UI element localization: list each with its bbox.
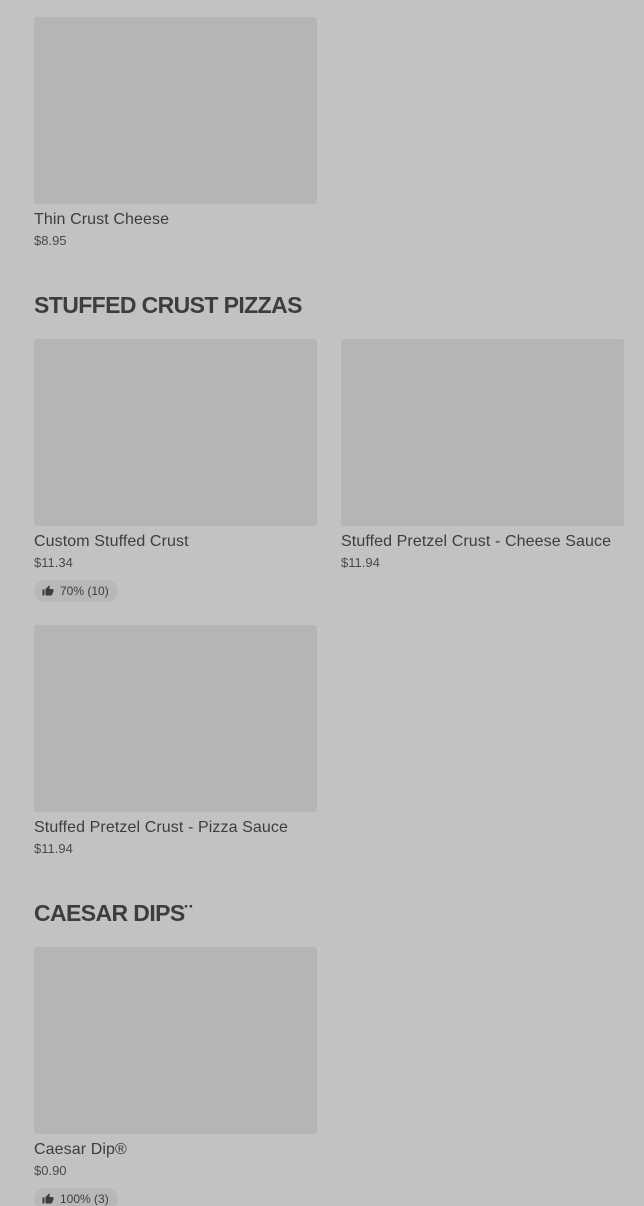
section-heading: CAESAR DIPS¨ <box>34 900 192 926</box>
menu-item-price: $11.94 <box>341 555 380 570</box>
menu-item-price: $11.34 <box>34 555 73 570</box>
menu-item-card[interactable]: Stuffed Pretzel Crust - Cheese Sauce $11… <box>341 339 624 571</box>
menu-item-price: $11.94 <box>34 841 73 856</box>
menu-item-card[interactable]: Custom Stuffed Crust $11.34 70% (10) <box>34 339 317 602</box>
rating-text: 70% (10) <box>60 584 109 598</box>
menu-item-name: Stuffed Pretzel Crust - Cheese Sauce <box>341 533 612 550</box>
rating-text: 100% (3) <box>60 1192 109 1206</box>
menu-item-image[interactable] <box>341 339 624 526</box>
menu-page: Thin Crust Cheese $8.95 STUFFED CRUST PI… <box>0 0 644 1206</box>
thumbs-up-icon <box>42 1193 54 1204</box>
menu-item-name: Stuffed Pretzel Crust - Pizza Sauce <box>34 819 288 836</box>
menu-item-image[interactable] <box>34 339 317 526</box>
menu-item-name: Custom Stuffed Crust <box>34 533 189 550</box>
menu-item-name: Thin Crust Cheese <box>34 211 170 228</box>
menu-item-card[interactable]: Thin Crust Cheese $8.95 <box>34 17 317 249</box>
menu-item-price: $0.90 <box>34 1163 67 1178</box>
menu-item-name: Caesar Dip® <box>34 1141 127 1158</box>
rating-badge: 70% (10) <box>34 580 118 602</box>
menu-item-image[interactable] <box>34 947 317 1134</box>
menu-item-card[interactable]: Caesar Dip® $0.90 100% (3) <box>34 947 317 1206</box>
menu-item-card[interactable]: Stuffed Pretzel Crust - Pizza Sauce $11.… <box>34 625 317 857</box>
section-heading: STUFFED CRUST PIZZAS <box>34 292 302 318</box>
menu-item-image[interactable] <box>34 625 317 812</box>
menu-item-price: $8.95 <box>34 233 67 248</box>
menu-item-image[interactable] <box>34 17 317 204</box>
thumbs-up-icon <box>42 585 54 596</box>
rating-badge: 100% (3) <box>34 1188 118 1206</box>
